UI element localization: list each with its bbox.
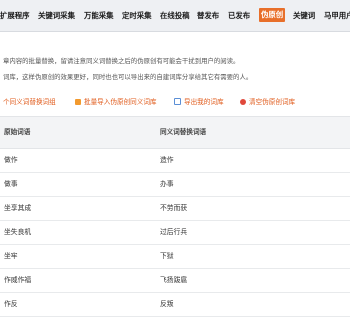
nav-item[interactable]: 关键词采集 — [38, 0, 75, 31]
original-word-cell: 坐享其成 — [4, 204, 32, 212]
original-word-cell: 坐牢 — [4, 252, 18, 260]
clear-library-button[interactable]: 清空伪原创词库 — [240, 97, 295, 107]
synonym-word-cell: 飞扬跋扈 — [160, 276, 188, 284]
nav-item[interactable]: 在线投稿 — [160, 0, 190, 31]
original-word-cell: 做事 — [4, 180, 18, 188]
table-row[interactable]: 做作 造作 — [0, 148, 350, 173]
batch-import-label: 批量导入伪原创同义词库 — [84, 98, 157, 106]
notice-line-2: 词库，这样伪原创的效果更好，同时也也可以导出来的自建词库分享给其它有需要的人。 — [3, 73, 253, 81]
table-row[interactable]: 坐享其成 不劳而获 — [0, 196, 350, 221]
original-word-cell: 作反 — [4, 300, 18, 308]
original-word-cell: 作威作福 — [4, 276, 32, 284]
table-row[interactable]: 坐失良机 过后行兵 — [0, 220, 350, 245]
synonym-word-cell: 不劳而获 — [160, 204, 188, 212]
export-icon — [174, 97, 181, 105]
nav-item[interactable]: 万能采集 — [84, 0, 114, 31]
nav-item[interactable]: 定时采集 — [122, 0, 152, 31]
export-library-label: 导出我的词库 — [184, 98, 224, 106]
nav-item[interactable]: 替发布 — [197, 0, 219, 31]
synonym-word-cell: 办事 — [160, 180, 174, 188]
table-row[interactable]: 作反 反叛 — [0, 292, 350, 317]
clear-library-label: 清空伪原创词库 — [249, 98, 296, 106]
clear-icon — [240, 98, 246, 105]
header-synonym-word: 同义词替换词语 — [160, 128, 207, 136]
table-header: 原始词语 同义词替换词语 — [0, 116, 350, 149]
original-word-cell: 坐失良机 — [4, 228, 32, 236]
nav-item[interactable]: 扩展程序 — [0, 0, 30, 31]
header-original-word: 原始词语 — [4, 128, 31, 136]
synonym-word-cell: 反叛 — [160, 300, 174, 308]
nav-item[interactable]: 关键词 — [293, 0, 315, 31]
top-navigation: 扩展程序 关键词采集 万能采集 定时采集 在线投稿 替发布 已发布 伪原创 关键词 马甲用户 — [0, 0, 350, 32]
table-row[interactable]: 作威作福 飞扬跋扈 — [0, 268, 350, 293]
add-synonym-label: 个同义词替换词组 — [3, 98, 56, 106]
synonym-word-cell: 造作 — [160, 156, 174, 164]
nav-item[interactable]: 马甲用户 — [324, 0, 350, 31]
nav-item[interactable]: 已发布 — [228, 0, 250, 31]
add-synonym-button[interactable]: 个同义词替换词组 — [3, 97, 56, 107]
notice-line-1: 章内容的批量替换，留请注意同义词替换之后的伪原创有可能会干扰到用户的阅读。 — [3, 57, 240, 65]
export-library-button[interactable]: 导出我的词库 — [174, 97, 224, 107]
batch-import-button[interactable]: 批量导入伪原创同义词库 — [75, 97, 157, 107]
synonym-word-cell: 下狱 — [160, 252, 174, 260]
table-row[interactable]: 做事 办事 — [0, 172, 350, 197]
original-word-cell: 做作 — [4, 156, 18, 164]
table-row[interactable]: 坐牢 下狱 — [0, 244, 350, 269]
synonym-word-cell: 过后行兵 — [160, 228, 188, 236]
import-icon — [75, 98, 81, 105]
nav-item[interactable]: 伪原创 — [259, 8, 286, 22]
